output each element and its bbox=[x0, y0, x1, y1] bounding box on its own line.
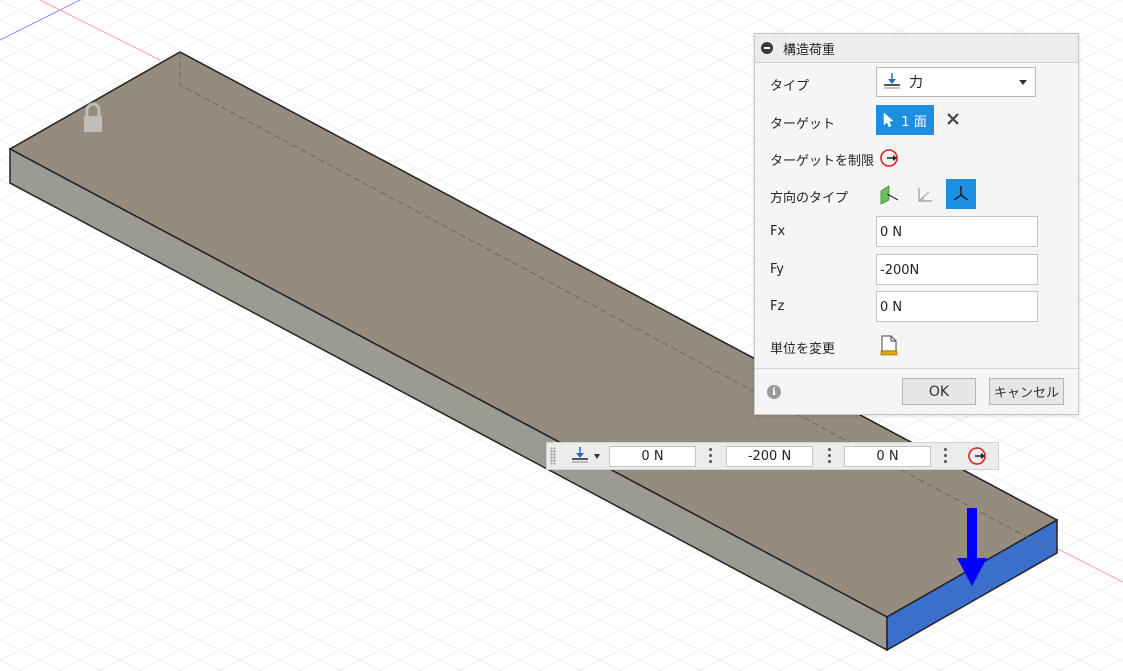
force-load-icon bbox=[572, 447, 588, 463]
force-input-toolbar: 0 N -200 N 0 N bbox=[546, 442, 999, 470]
ok-button[interactable]: OK bbox=[902, 378, 976, 405]
collapse-icon[interactable] bbox=[761, 42, 773, 54]
direction-normal-icon bbox=[880, 185, 899, 205]
type-value: 力 bbox=[909, 75, 923, 91]
fx-label: Fx bbox=[770, 224, 786, 239]
direction-normal-button[interactable] bbox=[876, 179, 906, 209]
fy-input[interactable]: -200N bbox=[876, 254, 1038, 285]
toolbar-grip[interactable] bbox=[550, 447, 556, 465]
fy-label: Fy bbox=[770, 262, 784, 277]
chevron-down-icon bbox=[594, 454, 600, 459]
dialog-title: 構造荷重 bbox=[783, 42, 836, 58]
row-target: ターゲット 1 面 bbox=[755, 105, 1078, 137]
type-select[interactable]: 力 bbox=[876, 67, 1036, 97]
close-icon[interactable] bbox=[945, 111, 961, 127]
row-fz: Fz 0 N bbox=[755, 291, 1078, 323]
toolbar-fz-input[interactable]: 0 N bbox=[844, 446, 931, 467]
target-label: ターゲット bbox=[770, 117, 836, 132]
target-select-button[interactable]: 1 面 bbox=[876, 105, 934, 135]
change-units-icon[interactable] bbox=[879, 335, 899, 357]
dialog-header[interactable]: 構造荷重 bbox=[755, 34, 1078, 63]
row-direction: 方向のタイプ bbox=[755, 179, 1078, 211]
dialog-footer-separator bbox=[755, 368, 1078, 369]
row-type: タイプ 力 bbox=[755, 67, 1078, 99]
toolbar-fx-menu-icon[interactable] bbox=[709, 448, 713, 464]
fx-input[interactable]: 0 N bbox=[876, 216, 1038, 247]
structural-load-dialog: 構造荷重 タイプ 力 ターゲット 1 面 ターゲットを制限 方向のタイプ Fx … bbox=[754, 33, 1079, 415]
fz-label: Fz bbox=[770, 299, 785, 314]
restrict-target-icon[interactable] bbox=[967, 446, 989, 466]
force-load-icon bbox=[884, 73, 900, 89]
toolbar-fy-menu-icon[interactable] bbox=[828, 448, 832, 464]
row-fy: Fy -200N bbox=[755, 254, 1078, 286]
cancel-button[interactable]: キャンセル bbox=[989, 378, 1064, 405]
direction-label: 方向のタイプ bbox=[770, 191, 849, 206]
toolbar-fz-menu-icon[interactable] bbox=[944, 448, 948, 464]
toolbar-fx-input[interactable]: 0 N bbox=[609, 446, 696, 467]
direction-components-icon bbox=[953, 186, 969, 201]
restrict-label: ターゲットを制限 bbox=[770, 154, 875, 169]
restrict-target-icon[interactable] bbox=[879, 148, 901, 168]
target-value: 1 面 bbox=[901, 114, 927, 130]
fz-input[interactable]: 0 N bbox=[876, 291, 1038, 322]
toolbar-fy-input[interactable]: -200 N bbox=[726, 446, 813, 467]
cursor-select-icon bbox=[884, 112, 894, 128]
chevron-down-icon bbox=[1019, 80, 1027, 85]
info-icon[interactable]: i bbox=[767, 385, 781, 399]
row-units: 単位を変更 bbox=[755, 330, 1078, 362]
row-restrict: ターゲットを制限 bbox=[755, 142, 1078, 174]
toolbar-type-dropdown[interactable] bbox=[569, 446, 603, 467]
direction-components-button[interactable] bbox=[946, 179, 976, 209]
type-label: タイプ bbox=[770, 79, 810, 94]
units-label: 単位を変更 bbox=[770, 342, 836, 357]
direction-angle-icon bbox=[918, 188, 932, 202]
row-fx: Fx 0 N bbox=[755, 216, 1078, 248]
direction-angle-button[interactable] bbox=[910, 179, 940, 209]
